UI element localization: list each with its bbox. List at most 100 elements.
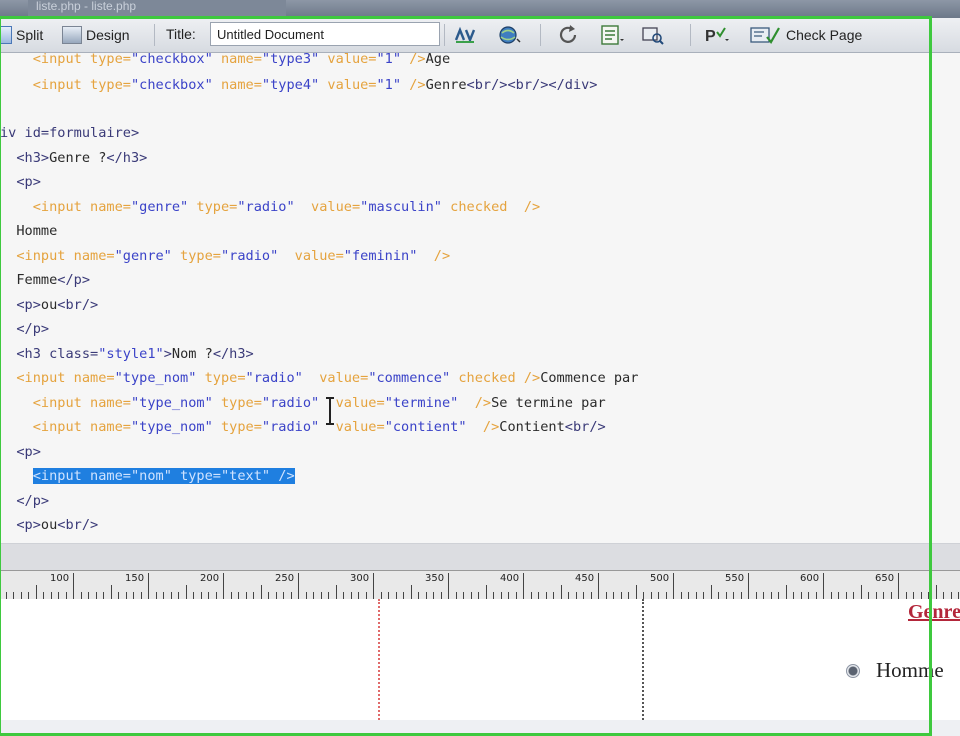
ruler-tick <box>103 592 104 599</box>
code-line[interactable]: <input name="type_nom" type="radio" valu… <box>0 368 638 388</box>
ruler-tick <box>913 592 914 599</box>
visual-aids-icon[interactable] <box>640 24 666 46</box>
ruler-label: 450 <box>575 573 595 584</box>
design-view-button[interactable]: Design <box>62 23 148 47</box>
pane-splitter[interactable] <box>0 543 960 570</box>
split-view-button[interactable]: Split <box>0 23 50 47</box>
ruler-tick <box>650 592 652 599</box>
code-token: ou <box>40 297 58 313</box>
ruler-tick <box>350 592 352 599</box>
code-line[interactable]: <p> <box>0 442 41 462</box>
validate-markup-icon[interactable]: P <box>704 24 730 46</box>
text-cursor-icon <box>326 397 334 425</box>
ruler-tick <box>43 592 44 599</box>
code-token: "type_nom" <box>130 395 213 411</box>
refresh-icon[interactable] <box>556 24 582 46</box>
ruler-tick <box>635 585 637 599</box>
ruler-tick <box>418 592 419 599</box>
code-line[interactable]: Homme <box>0 221 57 241</box>
document-title-input[interactable] <box>210 22 440 46</box>
code-line[interactable]: iv id=formulaire> <box>0 123 139 143</box>
ruler-tick <box>883 592 884 599</box>
code-token: </h3> <box>106 150 148 166</box>
ruler-tick <box>88 592 89 599</box>
ruler-tick <box>200 592 202 599</box>
code-line[interactable]: <input name="genre" type="radio" value="… <box>0 197 540 217</box>
code-token: type= <box>188 199 238 215</box>
ruler-tick <box>298 573 299 599</box>
code-line[interactable]: <p>ou<br/> <box>0 515 98 535</box>
code-line[interactable]: <p>ou<br/> <box>0 295 98 315</box>
title-label: Title: <box>166 26 196 42</box>
ruler-tick <box>463 592 464 599</box>
code-token: name= <box>212 53 262 67</box>
code-line[interactable]: <p> <box>0 172 41 192</box>
ruler-tick <box>815 592 817 599</box>
ruler-tick <box>223 573 224 599</box>
guide-line <box>642 599 644 720</box>
code-line[interactable]: <h3 class="style1">Nom ?</h3> <box>0 344 253 364</box>
ruler-tick <box>13 592 14 599</box>
code-token: "commence" <box>368 370 451 386</box>
code-line[interactable]: Femme</p> <box>0 270 90 290</box>
design-view-icon <box>62 26 82 44</box>
code-line[interactable]: <input type="checkbox" name="type3" valu… <box>0 53 450 69</box>
code-line[interactable]: <h3>Genre ?</h3> <box>0 148 147 168</box>
ruler-tick <box>538 592 539 599</box>
ruler-tick <box>80 592 82 599</box>
ruler-tick <box>455 592 457 599</box>
ruler-tick <box>935 585 937 599</box>
code-view-pane[interactable]: <input type="checkbox" name="type3" valu… <box>0 53 960 543</box>
document-tab[interactable]: liste.php - liste.php <box>28 0 286 18</box>
ruler-tick <box>433 592 434 599</box>
code-token: <h3 class= <box>0 346 99 362</box>
toolbar-divider <box>690 24 691 46</box>
ruler-tick <box>215 592 217 599</box>
code-token: /> <box>417 248 451 264</box>
ruler-tick <box>545 592 547 599</box>
ruler-tick <box>238 592 239 599</box>
ruler-tick <box>245 592 247 599</box>
code-token: /> <box>466 419 500 435</box>
ruler-tick <box>838 592 839 599</box>
ruler-tick <box>853 592 854 599</box>
ruler-tick <box>193 592 194 599</box>
ruler-label: 250 <box>275 573 295 584</box>
ruler-tick <box>155 592 157 599</box>
code-line[interactable]: <input type="checkbox" name="type4" valu… <box>0 75 598 95</box>
homme-radio[interactable] <box>846 664 860 678</box>
code-line[interactable]: <input name="nom" type="text" /> <box>0 466 295 486</box>
code-line[interactable]: </p> <box>0 319 49 339</box>
design-view-pane[interactable]: Genre <box>0 599 960 720</box>
code-line[interactable]: <input name="type_nom" type="radio" valu… <box>0 393 606 413</box>
code-token: name= <box>212 77 262 93</box>
code-token: <p> <box>0 517 41 533</box>
ruler-tick <box>365 592 367 599</box>
ruler-tick <box>778 592 779 599</box>
code-line[interactable]: <input name="type_nom" type="radio" valu… <box>0 417 606 437</box>
ruler-tick <box>358 592 359 599</box>
toolbar-divider <box>540 24 541 46</box>
code-line[interactable]: <input name="genre" type="radio" value="… <box>0 246 450 266</box>
code-token: "checkbox" <box>130 53 213 67</box>
code-line[interactable]: </p> <box>0 491 49 511</box>
check-page-button[interactable]: Check Page <box>750 23 862 47</box>
code-token: "type3" <box>261 53 320 67</box>
file-management-icon[interactable] <box>452 24 478 46</box>
ruler-tick <box>470 592 472 599</box>
code-token: <input type= <box>0 77 131 93</box>
ruler-tick <box>373 573 374 599</box>
ruler-tick <box>170 592 172 599</box>
ruler-tick <box>185 585 187 599</box>
ruler-tick <box>628 592 629 599</box>
svg-text:P: P <box>705 28 716 45</box>
ruler-label: 300 <box>350 573 370 584</box>
genre-heading[interactable]: Genre <box>908 601 960 624</box>
preview-browser-icon[interactable] <box>496 24 522 46</box>
homme-label: Homme <box>876 658 944 682</box>
ruler-tick <box>530 592 532 599</box>
ruler-tick <box>658 592 659 599</box>
code-token: <h3> <box>0 150 50 166</box>
code-token: "style1" <box>98 346 164 362</box>
view-options-icon[interactable] <box>598 24 624 46</box>
